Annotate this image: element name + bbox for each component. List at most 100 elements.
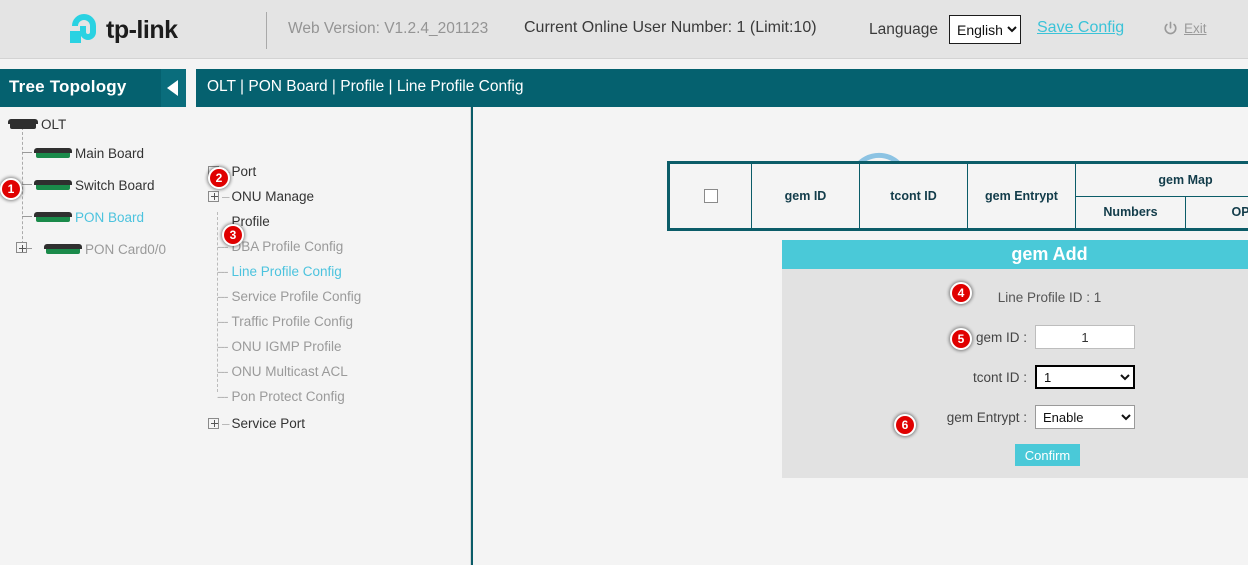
nav-item-label: Pon Protect Config xyxy=(232,389,345,404)
nav-item-service-port[interactable]: – Service Port xyxy=(208,413,305,433)
col-tcont-id: tcont ID xyxy=(860,164,968,229)
tree-item-label: Switch Board xyxy=(75,178,155,193)
tree-topology-header: Tree Topology xyxy=(0,69,186,107)
device-icon xyxy=(8,119,38,130)
nav-dash: --- xyxy=(217,314,228,329)
nav-dash: --- xyxy=(217,289,228,304)
tree-item-olt[interactable]: OLT xyxy=(8,112,66,137)
col-gem-map-op: OP xyxy=(1186,196,1248,229)
col-select-all[interactable] xyxy=(670,164,752,229)
tree-collapse-button[interactable] xyxy=(161,69,186,107)
chevron-left-icon xyxy=(167,80,178,96)
dialog-header: gem Add X xyxy=(782,240,1248,269)
tree-topology-panel: Tree Topology OLT Main Board xyxy=(0,69,186,565)
col-gem-map: gem Map xyxy=(1076,164,1248,197)
nav-item-label: DBA Profile Config xyxy=(232,239,344,254)
nav-item-label: ONU IGMP Profile xyxy=(232,339,342,354)
nav-dash: – xyxy=(222,416,229,431)
nav-expander-onu-manage[interactable] xyxy=(208,191,219,202)
nav-item-label: Traffic Profile Config xyxy=(232,314,354,329)
tree-item-label: PON Board xyxy=(75,210,144,225)
col-gem-map-numbers: Numbers xyxy=(1076,196,1186,229)
select-all-checkbox[interactable] xyxy=(704,189,718,203)
device-icon xyxy=(34,180,72,191)
gem-table: gem ID tcont ID gem Entrypt gem Map OP N… xyxy=(667,161,1248,231)
nav-item-traffic-profile-config[interactable]: --- Traffic Profile Config xyxy=(217,311,353,331)
nav-dash: --- xyxy=(217,339,228,354)
save-config-link[interactable]: Save Config xyxy=(1037,19,1124,37)
header-divider xyxy=(266,12,267,49)
exit-button[interactable]: Exit xyxy=(1163,21,1207,36)
confirm-button[interactable]: Confirm xyxy=(1015,444,1080,466)
tcont-id-label: tcont ID : xyxy=(907,370,1027,385)
tree-item-main-board[interactable]: Main Board xyxy=(34,141,144,166)
dialog-title: gem Add xyxy=(782,244,1248,265)
tree-item-pon-board[interactable]: PON Board xyxy=(34,205,144,230)
tree-item-label: PON Card0/0 xyxy=(85,242,166,257)
step-marker-4: 4 xyxy=(950,282,972,304)
language-select[interactable]: English xyxy=(949,15,1021,44)
exit-label: Exit xyxy=(1184,21,1207,36)
gem-id-row: gem ID : xyxy=(907,325,1167,349)
web-version-text: Web Version: V1.2.4_201123 xyxy=(288,20,488,38)
breadcrumb: OLT | PON Board | Profile | Line Profile… xyxy=(207,78,523,96)
language-label: Language xyxy=(869,21,938,39)
main-area: OLT | PON Board | Profile | Line Profile… xyxy=(196,69,1248,565)
gem-entrypt-row: gem Entrypt : Enable xyxy=(907,405,1167,429)
col-gem-entrypt: gem Entrypt xyxy=(968,164,1076,229)
nav-dash: --- xyxy=(217,264,228,279)
nav-menu-panel: – Port – ONU Manage – Profile --- DBA Pr… xyxy=(196,107,470,565)
tree-trunk-line xyxy=(22,127,23,249)
tcont-id-row: tcont ID : 1 xyxy=(907,365,1167,389)
tree-expander-pon-card[interactable] xyxy=(16,242,27,253)
content-panel: ForoISP gem ID tcont I xyxy=(473,107,1248,565)
tree-item-pon-card[interactable]: PON Card0/0 xyxy=(44,237,166,262)
breadcrumb-bar: OLT | PON Board | Profile | Line Profile… xyxy=(196,69,1248,107)
col-gem-id: gem ID xyxy=(752,164,860,229)
app-root: tp-link Web Version: V1.2.4_201123 Curre… xyxy=(0,0,1248,565)
tree-branch-line xyxy=(22,216,32,217)
nav-expander-service-port[interactable] xyxy=(208,418,219,429)
top-header: tp-link Web Version: V1.2.4_201123 Curre… xyxy=(0,0,1248,59)
step-marker-3: 3 xyxy=(222,224,244,246)
online-user-count: Current Online User Number: 1 (Limit:10) xyxy=(524,19,817,37)
step-marker-6: 6 xyxy=(894,414,916,436)
gem-table-head: gem ID tcont ID gem Entrypt gem Map OP N… xyxy=(670,164,1248,229)
nav-item-pon-protect-config[interactable]: --- Pon Protect Config xyxy=(217,386,345,406)
nav-item-label: Line Profile Config xyxy=(232,264,342,279)
device-icon xyxy=(34,148,72,159)
nav-dash: – xyxy=(222,189,229,204)
tree-item-label: Main Board xyxy=(75,146,144,161)
gem-id-input[interactable] xyxy=(1035,325,1135,349)
tree-branch-line xyxy=(22,152,32,153)
nav-dash: --- xyxy=(217,364,228,379)
nav-item-label: ONU Multicast ACL xyxy=(232,364,348,379)
nav-dash: --- xyxy=(217,389,228,404)
tplink-logo-text: tp-link xyxy=(106,16,178,45)
nav-item-label: Service Port xyxy=(232,416,306,431)
gem-table-element: gem ID tcont ID gem Entrypt gem Map OP N… xyxy=(669,163,1248,229)
nav-item-label: Service Profile Config xyxy=(232,289,362,304)
device-icon xyxy=(34,212,72,223)
tcont-id-select[interactable]: 1 xyxy=(1035,365,1135,389)
gem-add-dialog: gem Add X Line Profile ID : 1 gem ID : t… xyxy=(782,240,1248,478)
line-profile-id-label: Line Profile ID : xyxy=(998,290,1090,305)
line-profile-id-row: Line Profile ID : 1 xyxy=(782,290,1248,305)
gem-entrypt-select[interactable]: Enable xyxy=(1035,405,1135,429)
nav-item-onu-manage[interactable]: – ONU Manage xyxy=(208,186,314,206)
table-header-row-1: gem ID tcont ID gem Entrypt gem Map OP xyxy=(670,164,1248,197)
device-icon xyxy=(44,244,82,255)
nav-item-line-profile-config[interactable]: --- Line Profile Config xyxy=(217,261,342,281)
nav-item-onu-igmp-profile[interactable]: --- ONU IGMP Profile xyxy=(217,336,342,356)
nav-item-label: ONU Manage xyxy=(232,189,315,204)
tree-topology-title: Tree Topology xyxy=(9,77,127,97)
tree-item-switch-board[interactable]: Switch Board xyxy=(34,173,155,198)
gem-entrypt-label: gem Entrypt : xyxy=(907,410,1027,425)
nav-item-onu-multicast-acl[interactable]: --- ONU Multicast ACL xyxy=(217,361,348,381)
nav-item-label: Port xyxy=(232,164,257,179)
tree-branch-line xyxy=(22,184,32,185)
tree-item-label: OLT xyxy=(41,117,66,132)
nav-item-service-profile-config[interactable]: --- Service Profile Config xyxy=(217,286,361,306)
step-marker-2: 2 xyxy=(208,167,230,189)
line-profile-id-value: 1 xyxy=(1094,290,1102,305)
